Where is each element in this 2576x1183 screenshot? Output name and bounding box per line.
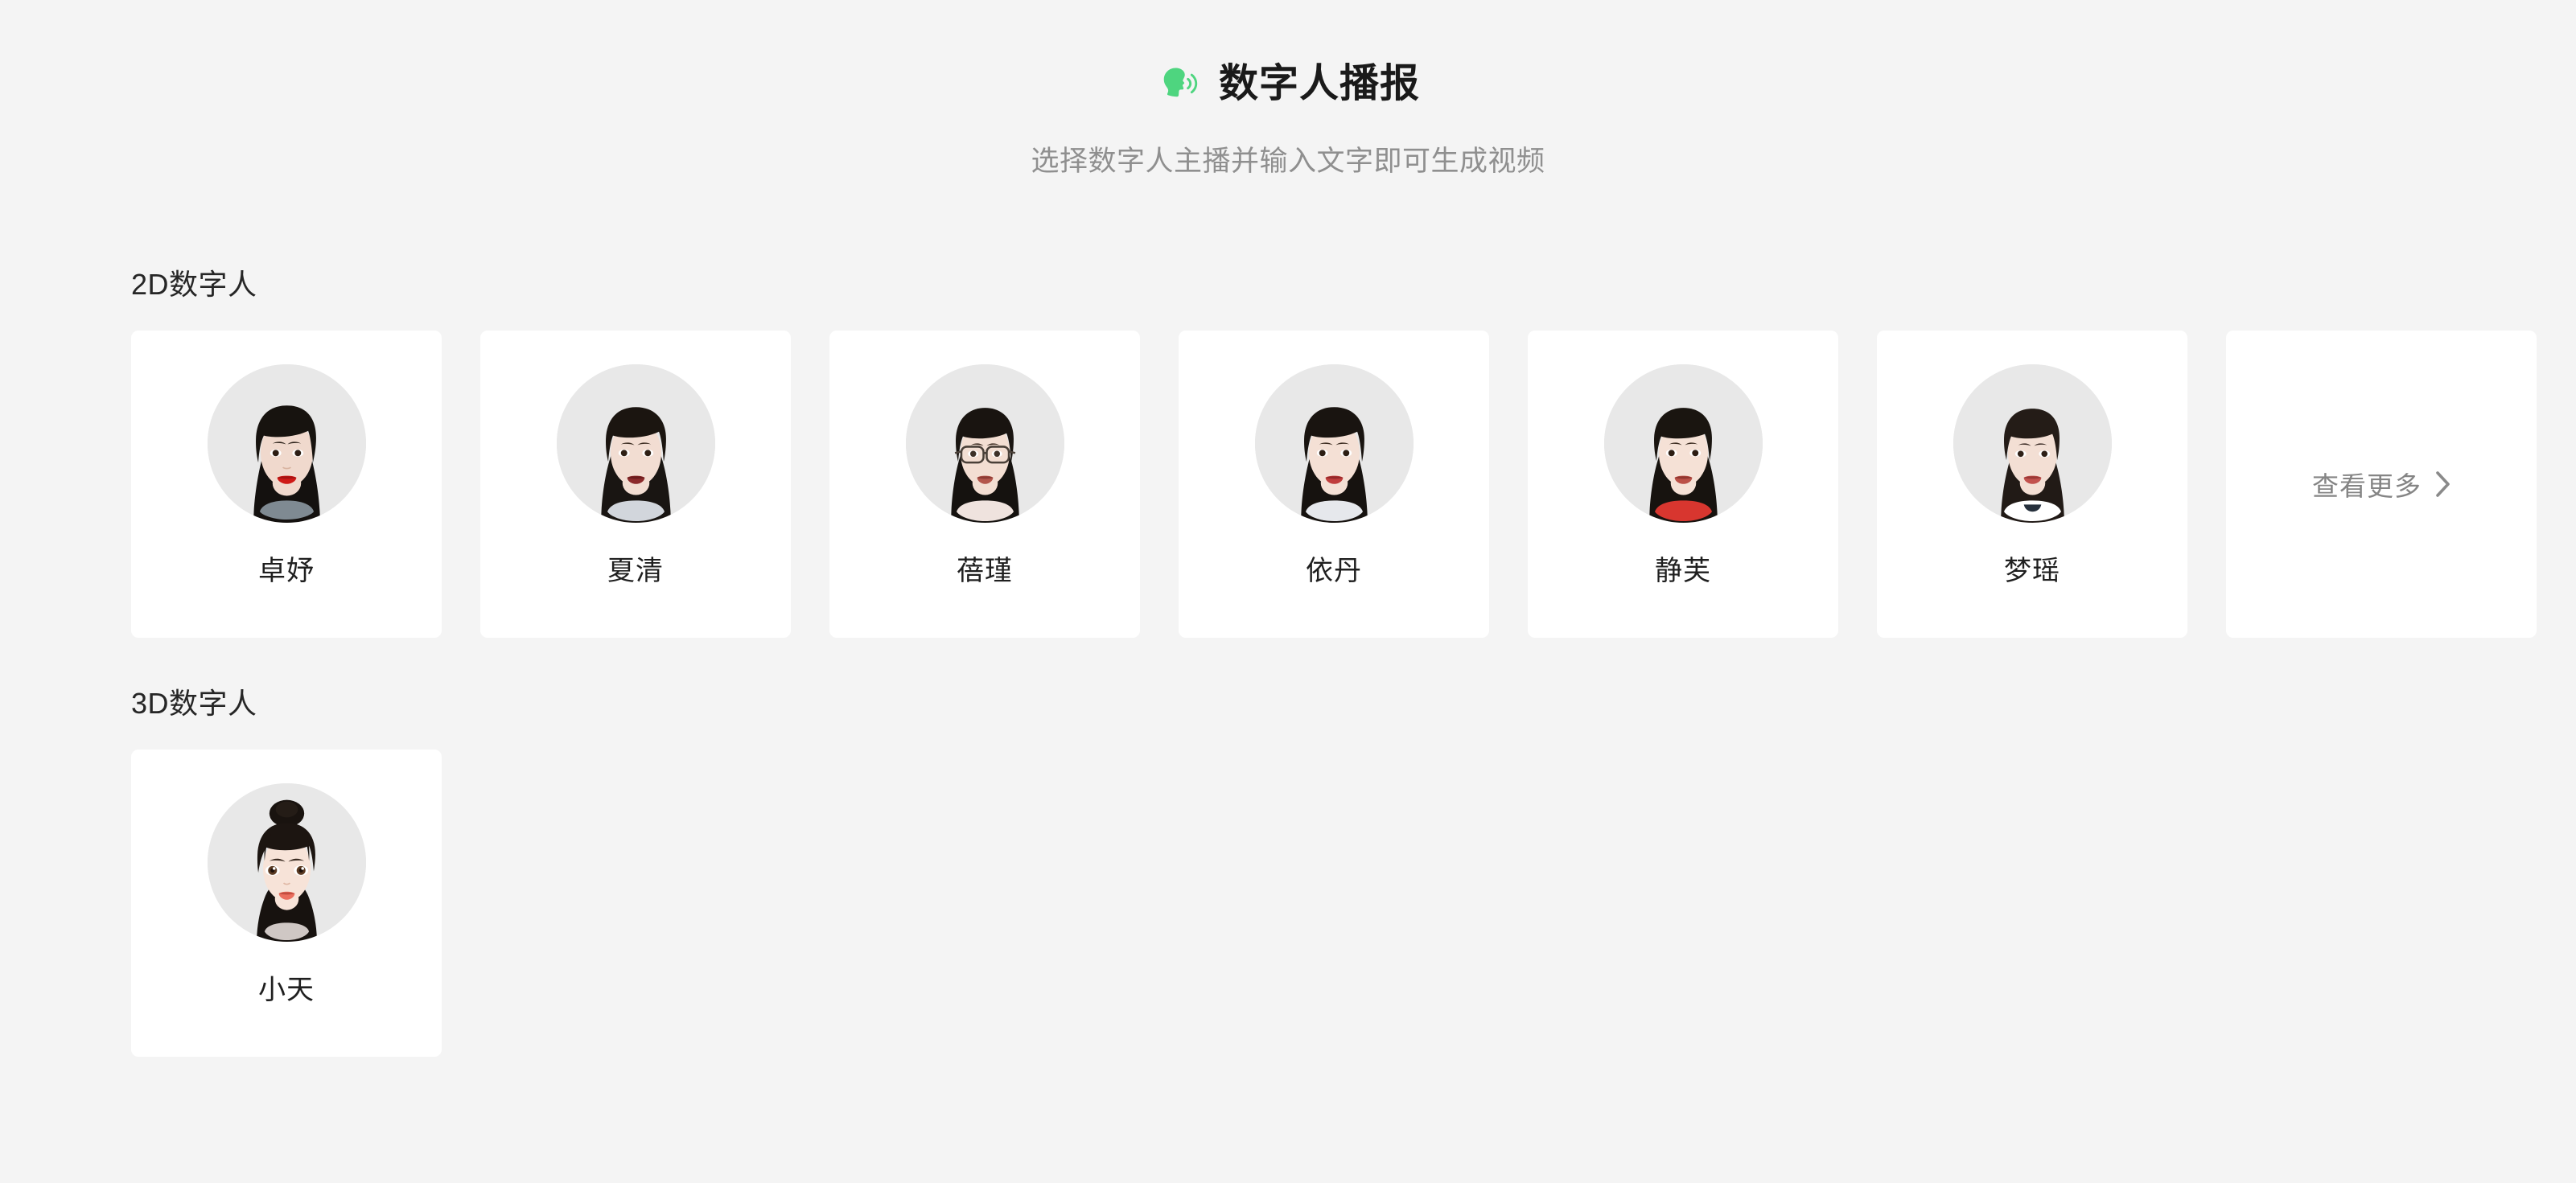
page-title: 数字人播报 xyxy=(1218,61,1420,105)
avatar-card-mengyao[interactable]: 梦瑶 xyxy=(1877,331,2187,638)
avatar-xiaqing xyxy=(556,364,715,523)
avatar-card-zhuoyu[interactable]: 卓妤 xyxy=(131,331,442,638)
avatar-card-label: 夏清 xyxy=(607,556,664,586)
avatar-jingfu xyxy=(1603,364,1763,523)
title-row: 数字人播报 xyxy=(0,63,2576,105)
view-more-card[interactable]: 查看更多 xyxy=(2226,331,2537,638)
avatar-card-label: 梦瑶 xyxy=(2004,556,2060,586)
avatar-card-label: 卓妤 xyxy=(258,556,315,586)
avatar-zhuoyu xyxy=(207,364,366,523)
section-2d-digital-humans: 2D数字人 卓妤 夏清 蓓瑾 依丹 静芙 梦瑶 查看更多 xyxy=(0,261,2576,638)
avatar-card-xiaqing[interactable]: 夏清 xyxy=(480,331,791,638)
avatar-card-label: 静芙 xyxy=(1655,556,1711,586)
page-subtitle: 选择数字人主播并输入文字即可生成视频 xyxy=(1031,146,1545,177)
speaking-head-icon xyxy=(1156,63,1198,105)
card-row-2d: 卓妤 夏清 蓓瑾 依丹 静芙 梦瑶 查看更多 xyxy=(131,331,2544,638)
avatar-card-label: 依丹 xyxy=(1306,556,1362,586)
section-heading-2d: 2D数字人 xyxy=(131,268,257,301)
avatar-card-label: 蓓瑾 xyxy=(957,556,1013,586)
chevron-right-icon xyxy=(2434,470,2450,498)
avatar-mengyao xyxy=(1953,364,2112,523)
card-row-3d: 小天 xyxy=(131,750,2544,1057)
view-more-label: 查看更多 xyxy=(2312,471,2422,501)
page-header: 数字人播报 选择数字人主播并输入文字即可生成视频 xyxy=(0,0,2576,179)
avatar-card-beijin[interactable]: 蓓瑾 xyxy=(829,331,1140,638)
avatar-card-yidan[interactable]: 依丹 xyxy=(1179,331,1489,638)
avatar-card-xiaotian[interactable]: 小天 xyxy=(131,750,442,1057)
digital-human-broadcast-page: 数字人播报 选择数字人主播并输入文字即可生成视频 2D数字人 卓妤 夏清 蓓瑾 … xyxy=(0,0,2576,1183)
avatar-yidan xyxy=(1254,364,1414,523)
avatar-card-jingfu[interactable]: 静芙 xyxy=(1528,331,1838,638)
avatar-xiaotian xyxy=(207,783,366,942)
section-heading-3d: 3D数字人 xyxy=(131,687,257,720)
section-3d-digital-humans: 3D数字人 小天 xyxy=(0,680,2576,1057)
avatar-beijin xyxy=(905,364,1064,523)
avatar-card-label: 小天 xyxy=(258,975,315,1005)
